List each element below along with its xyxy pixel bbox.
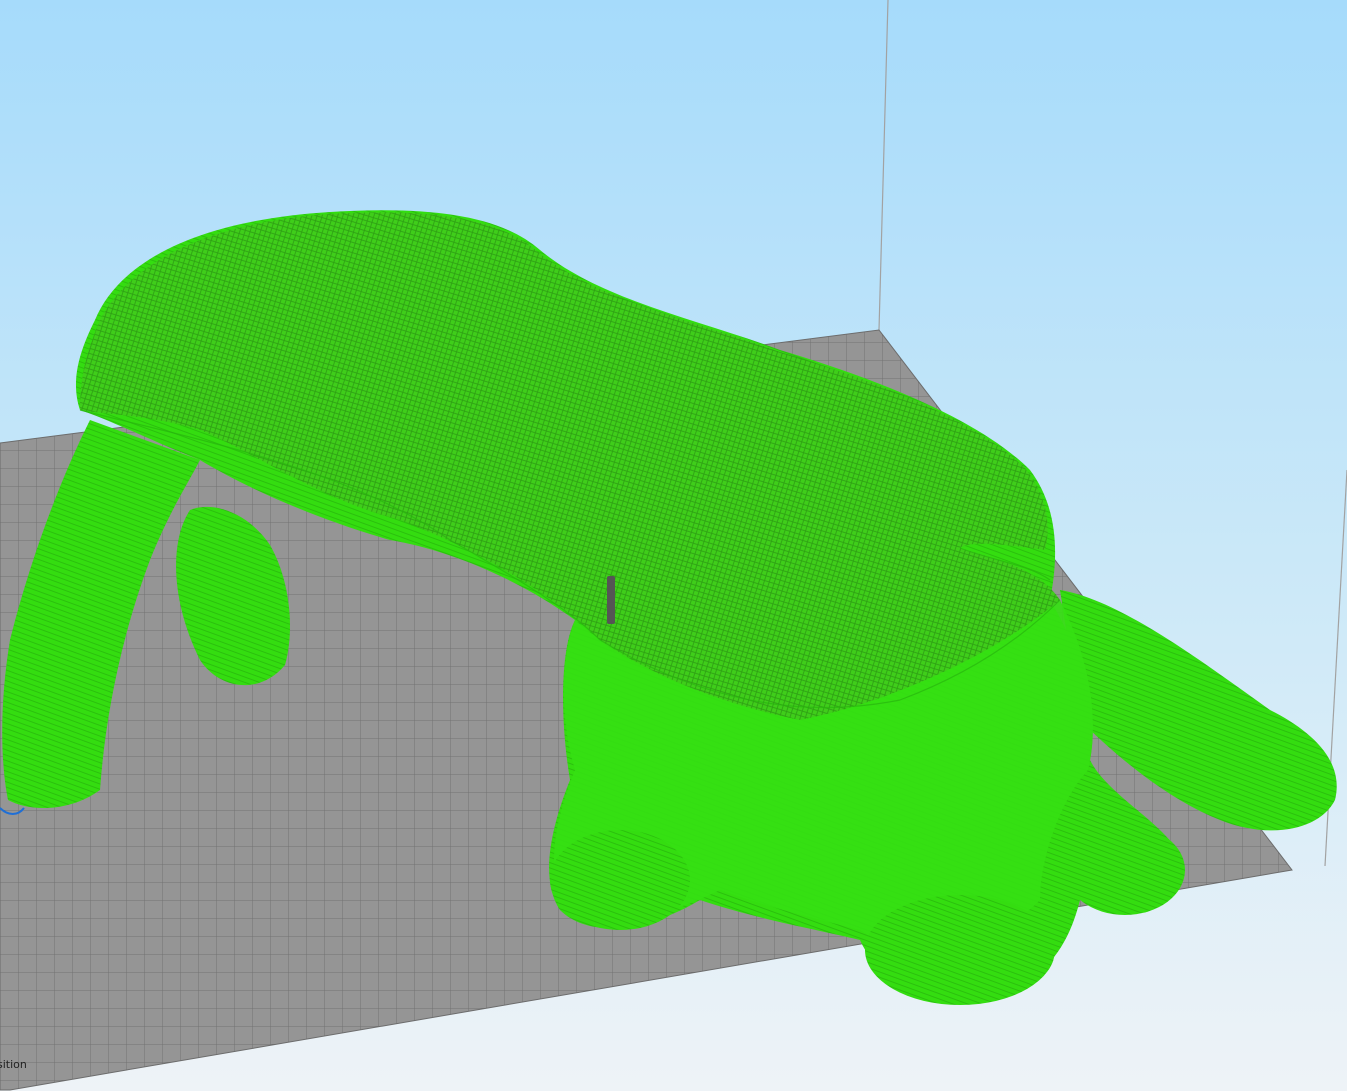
model-front-paw-left: [550, 830, 690, 930]
3d-viewport[interactable]: sition: [0, 0, 1347, 1091]
model-hind-paw-right: [1065, 825, 1185, 915]
model-front-paw-right: [865, 895, 1055, 1005]
status-label: sition: [0, 1058, 27, 1071]
print-preview-scene[interactable]: [0, 0, 1347, 1091]
print-nozzle: [607, 576, 615, 624]
